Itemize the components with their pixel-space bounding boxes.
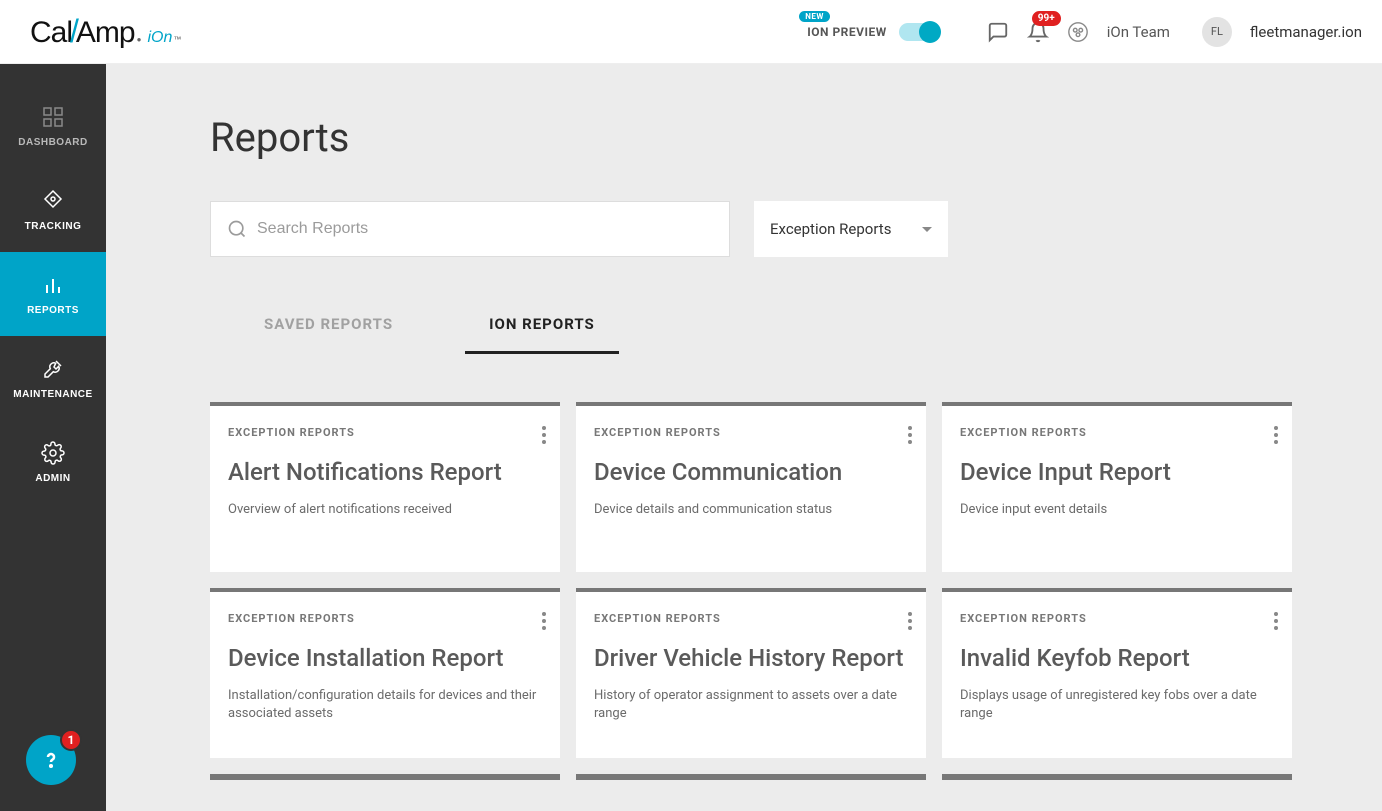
- search-input[interactable]: [257, 220, 713, 238]
- tab-label: SAVED REPORTS: [264, 315, 393, 333]
- help-icon: [39, 748, 63, 772]
- card-description: Overview of alert notifications received: [228, 501, 542, 519]
- logo-text-amp: Amp: [76, 16, 135, 49]
- card-title: Driver Vehicle History Report: [594, 643, 908, 673]
- card-title: Alert Notifications Report: [228, 457, 542, 487]
- card-category: EXCEPTION REPORTS: [594, 426, 908, 439]
- reports-icon: [41, 273, 65, 297]
- header-right: NEW ION PREVIEW 99+ iOn Team FL fleetman…: [807, 17, 1362, 47]
- card-title: Device Input Report: [960, 457, 1274, 487]
- report-card-stub: [576, 774, 926, 780]
- card-title: Device Communication: [594, 457, 908, 487]
- card-category: EXCEPTION REPORTS: [228, 426, 542, 439]
- card-menu-icon[interactable]: [542, 612, 546, 630]
- sidebar: DASHBOARD TRACKING REPORTS MAINTENANCE A…: [0, 64, 106, 811]
- card-menu-icon[interactable]: [908, 426, 912, 444]
- report-card-stub: [942, 774, 1292, 780]
- sidebar-item-label: REPORTS: [27, 305, 79, 316]
- header-bar: Cal/Amp● iOn™ NEW ION PREVIEW 99+ iOn Te…: [0, 0, 1382, 64]
- logo-ion: iOn: [147, 29, 172, 47]
- sidebar-item-label: ADMIN: [35, 473, 70, 484]
- report-card[interactable]: EXCEPTION REPORTS Device Input Report De…: [942, 402, 1292, 572]
- team-icon[interactable]: [1067, 21, 1089, 43]
- controls-row: Exception Reports: [210, 201, 1292, 257]
- tracking-icon: [41, 189, 65, 213]
- sidebar-item-label: DASHBOARD: [18, 137, 88, 148]
- toggle-knob-icon: [919, 21, 941, 43]
- main-content: Reports Exception Reports SAVED REPORTS …: [106, 64, 1382, 811]
- category-dropdown[interactable]: Exception Reports: [754, 201, 948, 257]
- report-card[interactable]: EXCEPTION REPORTS Device Installation Re…: [210, 588, 560, 758]
- sidebar-item-label: TRACKING: [25, 221, 82, 232]
- card-title: Invalid Keyfob Report: [960, 643, 1274, 673]
- card-category: EXCEPTION REPORTS: [228, 612, 542, 625]
- cards-grid: EXCEPTION REPORTS Alert Notifications Re…: [210, 402, 1292, 780]
- page-title: Reports: [210, 114, 1292, 161]
- search-icon: [227, 219, 247, 239]
- ion-preview-group: NEW ION PREVIEW: [807, 23, 939, 41]
- tab-saved-reports[interactable]: SAVED REPORTS: [240, 307, 417, 354]
- report-card[interactable]: EXCEPTION REPORTS Driver Vehicle History…: [576, 588, 926, 758]
- notifications-icon[interactable]: 99+: [1027, 21, 1049, 43]
- report-card[interactable]: EXCEPTION REPORTS Alert Notifications Re…: [210, 402, 560, 572]
- sidebar-item-maintenance[interactable]: MAINTENANCE: [0, 336, 106, 420]
- username[interactable]: fleetmanager.ion: [1250, 23, 1362, 41]
- card-menu-icon[interactable]: [1274, 612, 1278, 630]
- card-description: Displays usage of unregistered key fobs …: [960, 687, 1274, 723]
- card-menu-icon[interactable]: [542, 426, 546, 444]
- report-card[interactable]: EXCEPTION REPORTS Device Communication D…: [576, 402, 926, 572]
- dashboard-icon: [41, 105, 65, 129]
- notification-badge: 99+: [1032, 11, 1061, 26]
- help-badge: 1: [60, 729, 82, 751]
- card-description: Device details and communication status: [594, 501, 908, 519]
- avatar[interactable]: FL: [1202, 17, 1232, 47]
- sidebar-item-admin[interactable]: ADMIN: [0, 420, 106, 504]
- card-menu-icon[interactable]: [908, 612, 912, 630]
- card-category: EXCEPTION REPORTS: [960, 612, 1274, 625]
- card-description: History of operator assignment to assets…: [594, 687, 908, 723]
- tabs: SAVED REPORTS ION REPORTS: [240, 307, 1292, 354]
- maintenance-icon: [41, 357, 65, 381]
- messages-icon[interactable]: [987, 21, 1009, 43]
- help-button[interactable]: 1: [26, 735, 76, 785]
- admin-icon: [41, 441, 65, 465]
- ion-preview-label: ION PREVIEW: [807, 25, 887, 39]
- sidebar-item-reports[interactable]: REPORTS: [0, 252, 106, 336]
- card-category: EXCEPTION REPORTS: [594, 612, 908, 625]
- tab-ion-reports[interactable]: ION REPORTS: [465, 307, 619, 354]
- logo[interactable]: Cal/Amp● iOn™: [30, 13, 181, 50]
- search-box[interactable]: [210, 201, 730, 257]
- logo-text-cal: Cal: [30, 16, 72, 49]
- card-category: EXCEPTION REPORTS: [960, 426, 1274, 439]
- card-description: Installation/configuration details for d…: [228, 687, 542, 723]
- chevron-down-icon: [922, 227, 932, 232]
- sidebar-item-tracking[interactable]: TRACKING: [0, 168, 106, 252]
- card-title: Device Installation Report: [228, 643, 542, 673]
- report-card-stub: [210, 774, 560, 780]
- ion-preview-toggle[interactable]: [899, 23, 939, 41]
- sidebar-item-dashboard[interactable]: DASHBOARD: [0, 84, 106, 168]
- card-description: Device input event details: [960, 501, 1274, 519]
- dropdown-selected-label: Exception Reports: [770, 220, 891, 238]
- team-label[interactable]: iOn Team: [1107, 23, 1170, 41]
- report-card[interactable]: EXCEPTION REPORTS Invalid Keyfob Report …: [942, 588, 1292, 758]
- sidebar-item-label: MAINTENANCE: [13, 389, 92, 400]
- avatar-initials: FL: [1211, 25, 1223, 38]
- new-badge: NEW: [799, 11, 830, 22]
- tab-label: ION REPORTS: [489, 315, 595, 333]
- card-menu-icon[interactable]: [1274, 426, 1278, 444]
